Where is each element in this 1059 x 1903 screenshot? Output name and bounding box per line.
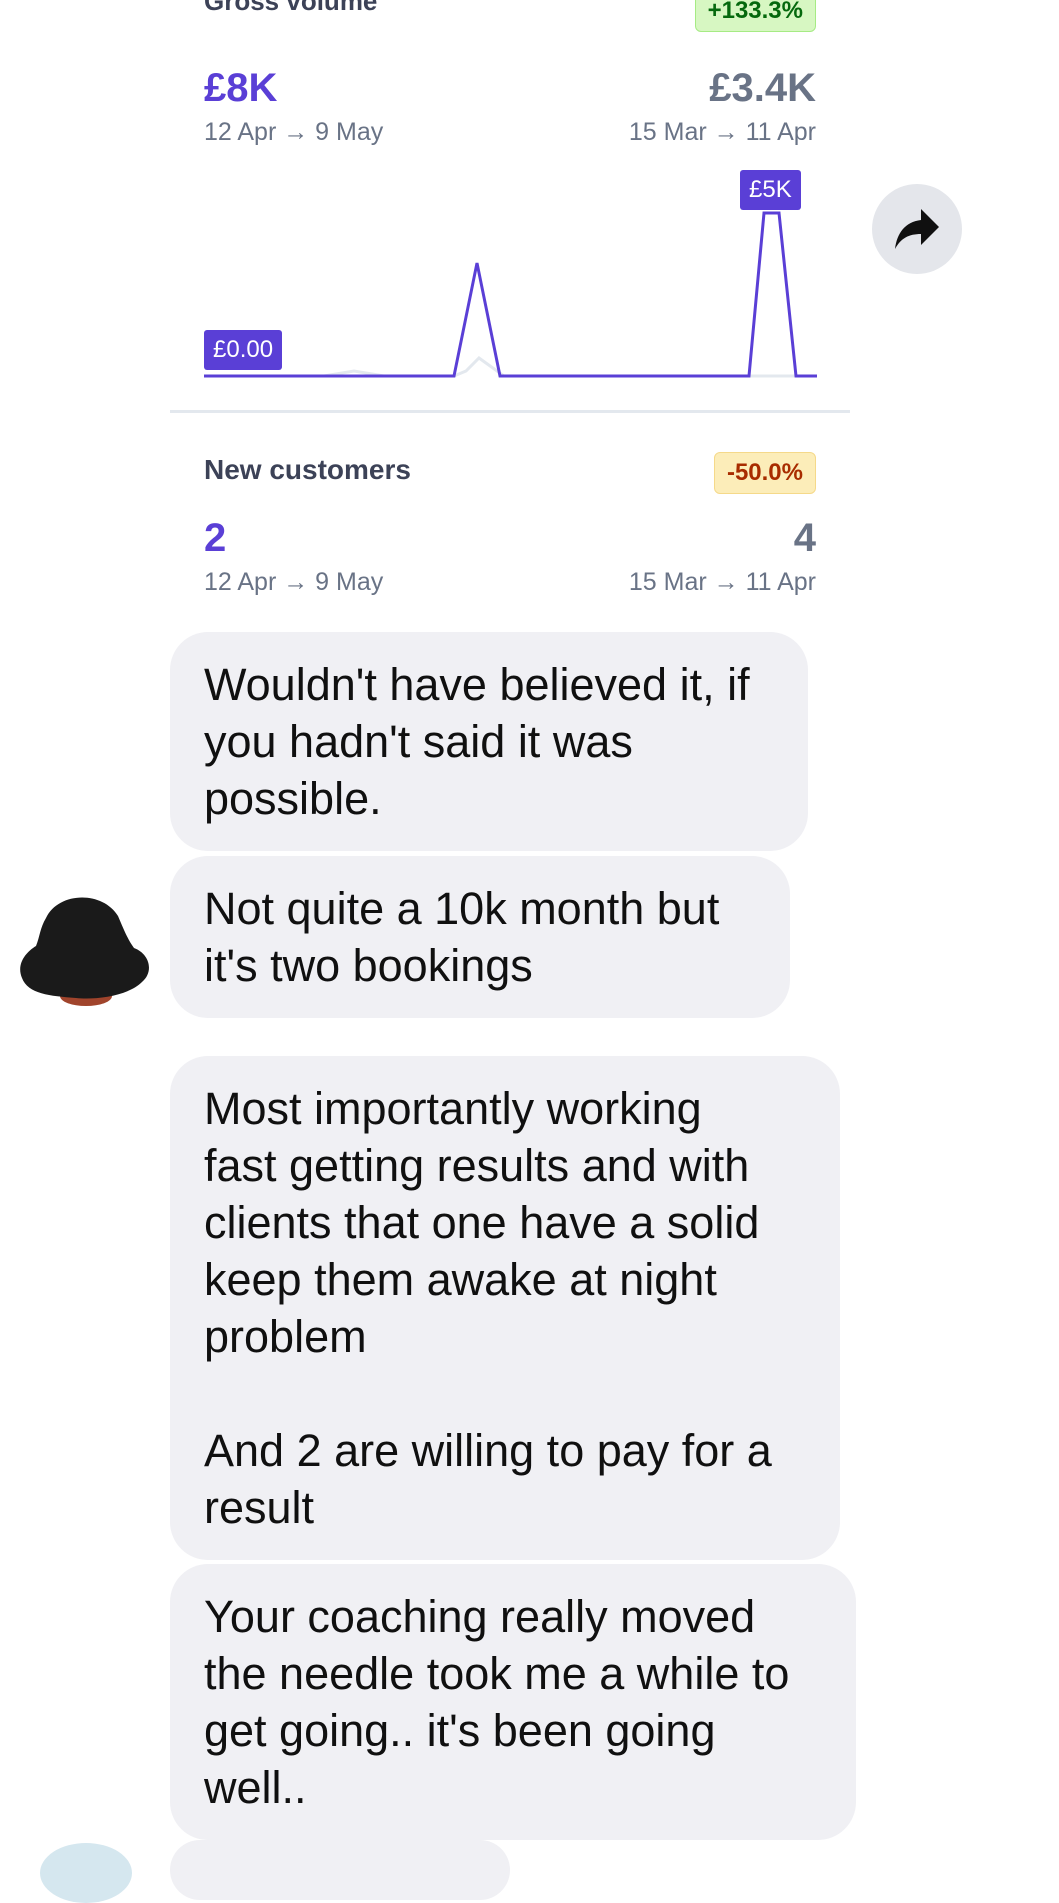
gross-volume-chart: £5K £0.00: [204, 168, 817, 378]
stats-divider: [170, 410, 850, 413]
gross-volume-label: Gross volume: [204, 0, 378, 16]
chart-max-chip: £5K: [740, 170, 801, 210]
gross-volume-previous-value: £3.4K: [709, 66, 816, 110]
message-bubble-4[interactable]: Your coaching really moved the needle to…: [170, 1564, 856, 1840]
new-customers-label: New customers: [204, 454, 411, 485]
share-button[interactable]: [872, 184, 962, 274]
message-bubble-3[interactable]: Most importantly working fast getting re…: [170, 1056, 840, 1560]
gross-volume-previous-range: 15 Mar → 11 Apr: [628, 118, 816, 146]
gross-volume-chart-svg: [204, 211, 817, 378]
sender-avatar-next[interactable]: [40, 1843, 132, 1903]
new-customers-previous-value: 4: [793, 516, 816, 560]
new-customers-current-value: 2: [204, 516, 227, 560]
share-arrow-icon: [895, 209, 939, 249]
new-customers-change-badge: -50.0%: [713, 452, 816, 494]
new-customers-current-range: 12 Apr → 9 May: [204, 568, 384, 596]
current-series-line: [204, 211, 817, 378]
gross-volume-current-value: £8K: [204, 66, 278, 110]
message-bubble-next[interactable]: [170, 1840, 510, 1900]
message-bubble-2[interactable]: Not quite a 10k month but it's two booki…: [170, 856, 790, 1018]
message-bubble-1[interactable]: Wouldn't have believed it, if you hadn't…: [170, 632, 808, 851]
sender-avatar[interactable]: [16, 884, 156, 1014]
gross-volume-current-range: 12 Apr → 9 May: [204, 118, 384, 146]
shared-stats-image[interactable]: Gross volume +133.3% £8K £3.4K 12 Apr → …: [170, 0, 850, 620]
chart-min-chip: £0.00: [204, 330, 283, 370]
new-customers-previous-range: 15 Mar → 11 Apr: [628, 568, 816, 596]
comparison-series-line: [204, 356, 817, 378]
gross-volume-change-badge: +133.3%: [694, 0, 816, 32]
